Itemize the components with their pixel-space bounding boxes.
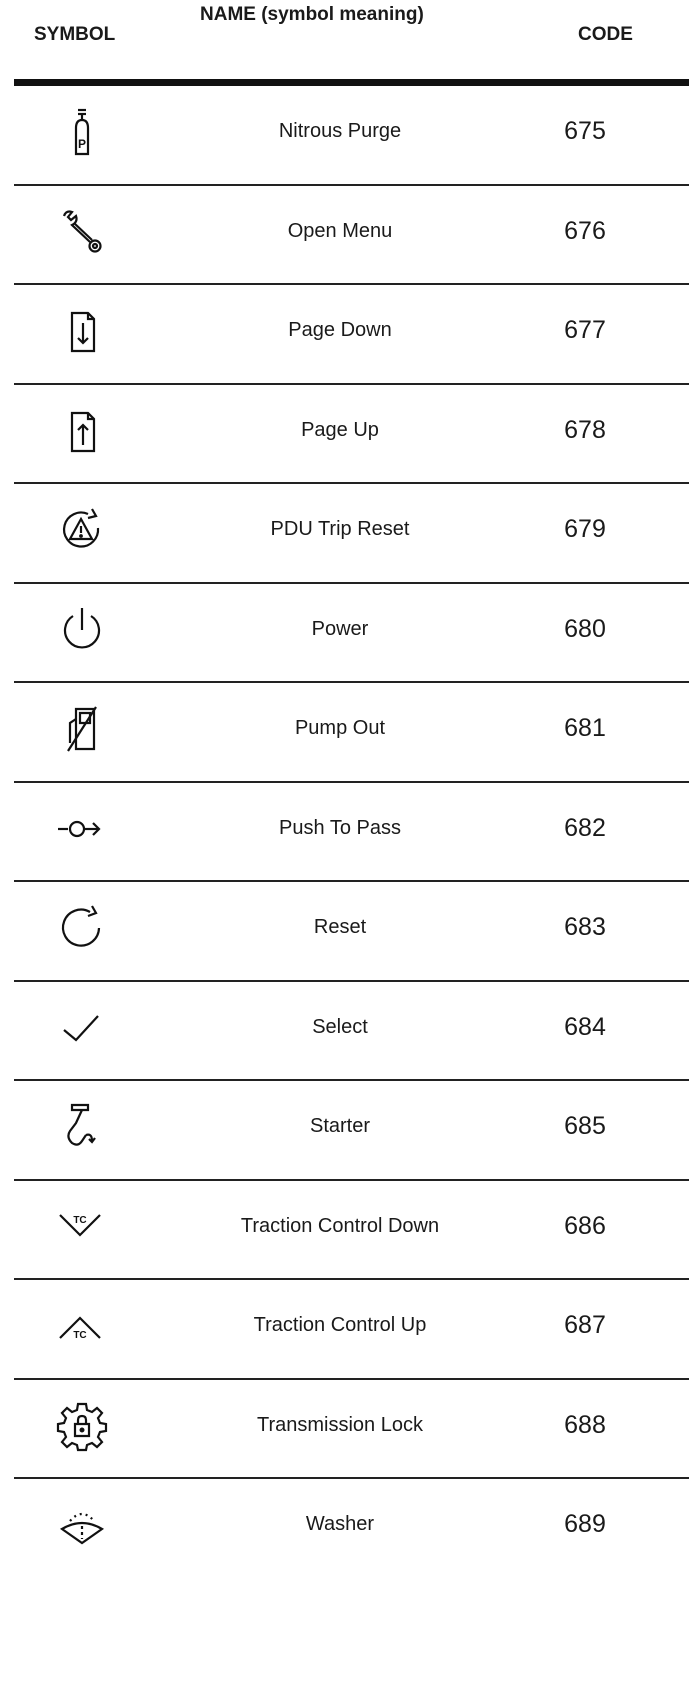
row-code: 677 [564,316,606,344]
transmission-lock-icon [52,1400,112,1452]
header-divider [14,79,689,86]
row-name: Starter [309,1115,371,1137]
row-code: 685 [564,1112,606,1140]
reset-icon [52,902,112,954]
name-column-header: NAME (symbol meaning) [200,4,424,25]
row-name: Traction Control Down [240,1214,440,1237]
symbol-table: P Nitrous Purge 675 Open Menu 676 Page D… [0,86,689,1579]
row-name: Page Down [288,319,392,341]
table-row: TC Traction Control Up 687 [0,1280,689,1380]
table-row: Push To Pass 682 [0,783,689,882]
table-row: Select 684 [0,982,689,1081]
push-to-pass-icon [52,803,112,855]
row-name: Reset [313,916,367,938]
row-name: Page Up [301,418,379,441]
row-name: Traction Control Up [253,1314,427,1336]
row-code: 678 [564,415,606,444]
power-icon [52,604,112,656]
table-header: SYMBOL NAME (symbol meaning) CODE [0,0,689,86]
row-name: Washer [305,1513,375,1535]
table-row: Power 680 [0,584,689,683]
fuel-pump-out-icon [52,703,112,755]
row-name: Power [311,617,369,640]
table-row: Page Down 677 [0,285,689,385]
row-name: Transmission Lock [257,1413,423,1436]
table-row: Starter 685 [0,1081,689,1181]
row-code: 680 [564,614,606,643]
svg-text:TC: TC [73,1215,86,1226]
nitrous-bottle-icon: P [52,106,112,158]
row-code: 687 [564,1311,606,1339]
row-code: 688 [564,1410,606,1439]
traction-control-up-icon: TC [52,1300,112,1352]
row-name: Push To Pass [279,816,401,839]
page-up-icon [52,405,112,457]
row-code: 679 [564,515,606,543]
row-name: Select [312,1015,368,1038]
washer-icon [52,1499,112,1551]
starter-icon [52,1101,112,1153]
table-row: Open Menu 676 [0,186,689,285]
row-code: 675 [564,117,606,145]
row-code: 683 [564,913,606,941]
table-row: Washer 689 [0,1479,689,1579]
table-row: P Nitrous Purge 675 [0,86,689,186]
warning-reset-icon [52,504,112,556]
wrench-icon [52,206,112,258]
row-code: 676 [564,216,606,245]
svg-text:TC: TC [73,1330,86,1341]
checkmark-icon [52,1002,112,1054]
table-row: Transmission Lock 688 [0,1380,689,1479]
symbol-column-header: SYMBOL [34,24,116,45]
row-code: 684 [564,1012,606,1041]
row-code: 686 [564,1211,606,1240]
row-name: Pump Out [294,717,386,739]
svg-text:P: P [78,137,86,151]
row-name: PDU Trip Reset [270,518,410,540]
row-name: Nitrous Purge [278,120,402,142]
table-row: TC Traction Control Down 686 [0,1181,689,1280]
table-row: PDU Trip Reset 679 [0,484,689,584]
row-name: Open Menu [287,219,393,242]
table-row: Reset 683 [0,882,689,982]
table-row: Page Up 678 [0,385,689,484]
traction-control-down-icon: TC [52,1201,112,1253]
row-code: 681 [564,714,606,742]
page-down-icon [52,305,112,357]
table-row: Pump Out 681 [0,683,689,783]
row-code: 682 [564,813,606,842]
code-column-header: CODE [578,24,633,45]
row-code: 689 [564,1510,606,1538]
